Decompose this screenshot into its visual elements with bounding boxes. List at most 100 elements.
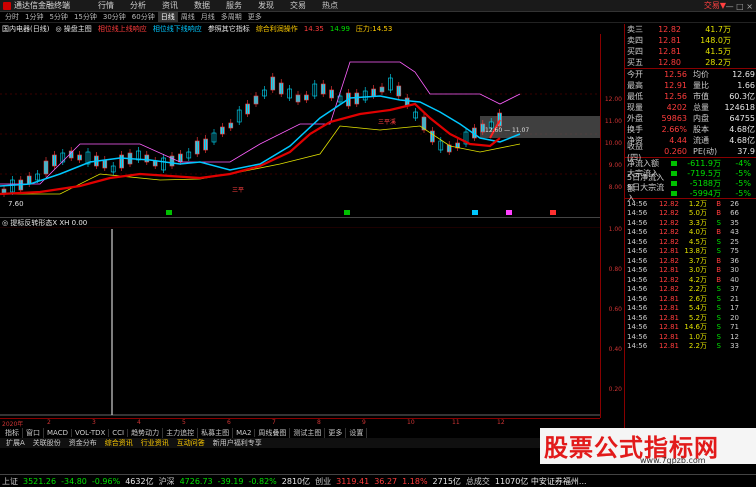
menu-item[interactable]: 数据 (186, 0, 218, 11)
tick-side: B (716, 228, 721, 237)
tick-side: S (716, 323, 721, 332)
order-volume: 28.2万 (705, 58, 731, 67)
tick-row: 14:56 12.81 5.2万 S 20 (625, 313, 756, 323)
status-item: 36.27 (374, 476, 398, 486)
order-book-row: 卖四 12.81 148.0万 (625, 35, 756, 46)
tick-side: S (716, 313, 721, 322)
price-tick: 10.00 (604, 140, 622, 147)
period-tab[interactable]: 周线 (178, 12, 198, 22)
period-tab[interactable]: 日线 (157, 12, 178, 22)
tick-count: 35 (730, 218, 739, 227)
indicator-tab[interactable]: VOL-TDX (72, 429, 110, 437)
marker-cyan (472, 210, 478, 215)
indicator-tab[interactable]: 私募主图 (198, 428, 234, 438)
indicator-tab[interactable]: 设置 (346, 428, 368, 438)
price-axis: 12.00 11.00 10.00 9.00 8.00 1.00 0.80 0.60 0.40 0… (600, 34, 624, 418)
period-tab[interactable]: 5分钟 (46, 12, 70, 22)
tick-time: 14:56 (627, 294, 648, 303)
tick-row: 14:56 12.81 2.2万 S 33 (625, 342, 756, 352)
order-book: 卖三 12.82 41.7万 卖四 12.81 148.0万 买四 12.81 41.5万 买五 1… (625, 24, 756, 68)
date-axis: 2020年 2 3 4 5 6 7 8 9 10 11 12 (0, 418, 600, 428)
info-row: 最高 12.91 量比 1.66 (625, 80, 756, 91)
indicator-tab[interactable]: CCI (109, 429, 129, 437)
indicator-tab[interactable]: 测试主图 (290, 428, 326, 438)
flow-percent: -5% (735, 188, 751, 198)
menu-item[interactable]: 资讯 (154, 0, 186, 11)
flow-bar (671, 190, 677, 196)
extension-tab[interactable]: 扩展A (2, 438, 29, 448)
main-candle-chart[interactable]: 7.60 12.60 — 11.07 三平 三平溪 (0, 34, 600, 216)
info-row: 今开 12.56 均价 12.69 (625, 69, 756, 80)
period-tab[interactable]: 分时 (2, 12, 22, 22)
indicator-tab[interactable]: 更多 (325, 428, 347, 438)
period-tab[interactable]: 更多 (245, 12, 265, 22)
period-tab[interactable]: 多周期 (218, 12, 245, 22)
date-tick: 8 (317, 419, 321, 426)
tick-volume: 14.6万 (684, 323, 707, 332)
flow-bar (671, 180, 677, 186)
indicator-label: 相位线上线响应 (97, 25, 147, 33)
period-tab[interactable]: 60分钟 (129, 12, 158, 22)
app-logo-icon (3, 2, 11, 10)
indicator-label: 国内电器(日线) (2, 25, 50, 33)
price-tick: 12.00 (604, 96, 622, 103)
indicator-tab[interactable]: 窗口 (23, 428, 44, 438)
info-key: 内盘 (693, 114, 709, 123)
extension-tab[interactable]: 关联股份 (29, 438, 65, 448)
period-bar: 分时 1分钟 5分钟 15分钟 30分钟 60分钟 日线 周线 月线 多周期 更多 (0, 12, 756, 23)
sub-indicator-header: ◎ 提标反转形态X XH 0.00 (0, 217, 600, 227)
extension-tab[interactable]: 新用户福利专享 (209, 438, 266, 448)
info-key: 市值 (693, 92, 709, 101)
tick-side: B (716, 256, 721, 265)
indicator-tab[interactable]: 指标 (2, 428, 23, 438)
extension-tab[interactable]: 互动问答 (173, 438, 209, 448)
info-value: 4.68亿 (729, 136, 755, 145)
menu-item[interactable]: 交易 (282, 0, 314, 11)
tick-side: B (716, 275, 721, 284)
order-level: 买五 (627, 58, 643, 67)
tick-volume: 2.6万 (688, 294, 707, 303)
period-tab[interactable]: 30分钟 (100, 12, 129, 22)
info-key: 量比 (693, 81, 709, 90)
indicator-tab[interactable]: 周线叠图 (255, 428, 291, 438)
extension-tab[interactable]: 综合资讯 (101, 438, 137, 448)
status-item: 3521.26 (23, 476, 57, 486)
trade-menu[interactable]: 交易▼ (704, 0, 726, 11)
indicator-tab[interactable]: MACD (44, 429, 72, 437)
menu-item[interactable]: 服务 (218, 0, 250, 11)
indicator-tab[interactable]: 趋势动力 (128, 428, 164, 438)
info-value: 12.56 (664, 70, 687, 79)
menu-item[interactable]: 发现 (250, 0, 282, 11)
tick-count: 40 (730, 275, 739, 284)
info-key: 今开 (627, 70, 643, 79)
status-item: 沪深 (158, 476, 175, 486)
period-tab[interactable]: 1分钟 (22, 12, 46, 22)
watermark-banner: 股票公式指标网 www.7gpzb.com (540, 428, 756, 465)
info-key: 最高 (627, 81, 643, 90)
period-tab[interactable]: 月线 (198, 12, 218, 22)
menu-item[interactable]: 行情 (90, 0, 122, 11)
tick-volume: 2.2万 (688, 285, 707, 294)
flow-row: 净流入额 -611.9万 -4% (625, 158, 756, 168)
flow-bar (671, 170, 677, 176)
tick-price: 12.81 (658, 332, 679, 341)
quote-panel: 卖三 12.82 41.7万 卖四 12.81 148.0万 买四 12.81 41.5万 买五 1… (624, 24, 756, 428)
tick-side: B (716, 266, 721, 275)
menu-item[interactable]: 热点 (314, 0, 346, 11)
tick-count: 30 (730, 266, 739, 275)
order-volume: 41.7万 (705, 25, 731, 34)
window-controls[interactable]: — □ × (726, 2, 753, 11)
period-tab[interactable]: 15分钟 (71, 12, 100, 22)
indicator-tab[interactable]: MA2 (233, 429, 256, 437)
tick-row: 14:56 12.82 5.0万 B 66 (625, 209, 756, 219)
info-key: 外盘 (627, 114, 643, 123)
tick-volume: 4.0万 (688, 228, 707, 237)
extension-tab[interactable]: 行业资讯 (137, 438, 173, 448)
indicator-tab[interactable]: 主力追控 (163, 428, 199, 438)
sub-indicator-chart[interactable] (0, 227, 600, 417)
extension-tab[interactable]: 资金分布 (65, 438, 101, 448)
tick-price: 12.82 (658, 209, 679, 218)
order-price: 12.82 (658, 25, 681, 34)
menu-item[interactable]: 分析 (122, 0, 154, 11)
status-item: -34.80 (61, 476, 87, 486)
